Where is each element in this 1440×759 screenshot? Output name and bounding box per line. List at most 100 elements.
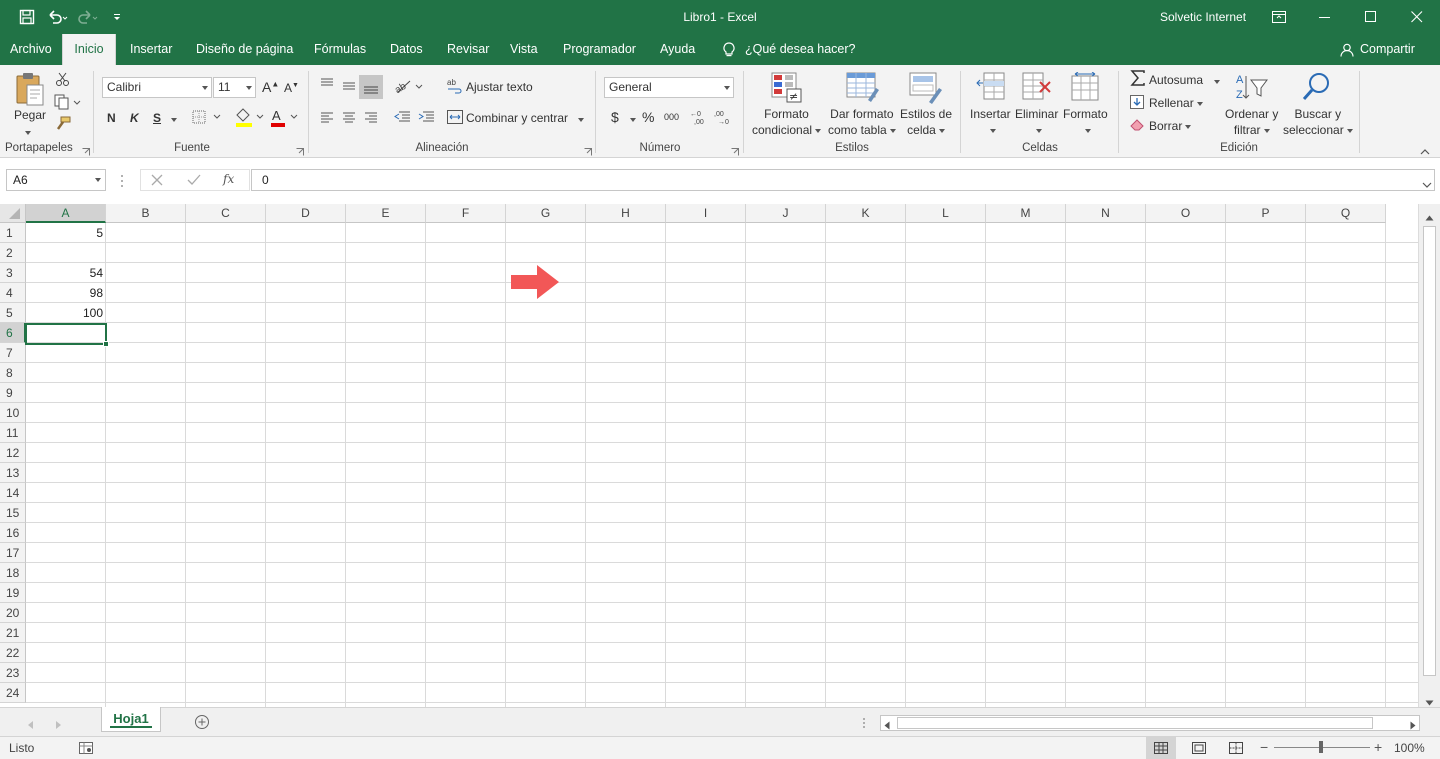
tab-formulas[interactable]: Fórmulas bbox=[314, 34, 366, 65]
orientation-icon[interactable]: ab bbox=[393, 78, 424, 97]
decrease-decimal-icon[interactable]: ,00 →0 bbox=[714, 109, 732, 128]
zoom-in-button[interactable]: + bbox=[1374, 739, 1382, 755]
cut-icon[interactable] bbox=[55, 71, 71, 90]
align-center-icon[interactable] bbox=[342, 111, 356, 126]
copy-icon[interactable] bbox=[54, 94, 82, 113]
row-header[interactable]: 10 bbox=[0, 403, 26, 423]
number-launcher-icon[interactable] bbox=[731, 145, 739, 156]
row-header[interactable]: 14 bbox=[0, 483, 26, 503]
tab-revisar[interactable]: Revisar bbox=[447, 34, 489, 65]
italic-button[interactable]: K bbox=[130, 111, 139, 125]
collapse-ribbon-icon[interactable] bbox=[1420, 145, 1430, 159]
row-header[interactable]: 2 bbox=[0, 243, 26, 263]
wrap-text-icon[interactable]: ab bbox=[447, 78, 463, 97]
row-header[interactable]: 5 bbox=[0, 303, 26, 323]
row-header[interactable]: 24 bbox=[0, 683, 26, 703]
row-header[interactable]: 13 bbox=[0, 463, 26, 483]
cell-a4[interactable]: 98 bbox=[26, 283, 106, 303]
merge-dropdown-icon[interactable] bbox=[575, 112, 584, 126]
tab-ayuda[interactable]: Ayuda bbox=[660, 34, 695, 65]
percent-icon[interactable]: % bbox=[642, 109, 654, 125]
delete-cells-icon[interactable] bbox=[1022, 72, 1052, 105]
select-all-button[interactable] bbox=[0, 204, 26, 223]
name-box[interactable]: A6 bbox=[6, 169, 106, 191]
row-header[interactable]: 9 bbox=[0, 383, 26, 403]
column-header[interactable]: J bbox=[746, 204, 826, 223]
share-button[interactable]: Compartir bbox=[1340, 34, 1415, 65]
clipboard-launcher-icon[interactable] bbox=[82, 145, 90, 156]
tab-insertar[interactable]: Insertar bbox=[130, 34, 172, 65]
bold-button[interactable]: N bbox=[107, 111, 116, 125]
format-cells-icon[interactable] bbox=[1071, 71, 1101, 105]
tab-inicio[interactable]: Inicio bbox=[62, 34, 116, 65]
fill-handle[interactable] bbox=[103, 341, 109, 347]
minimize-icon[interactable] bbox=[1302, 0, 1348, 34]
tab-programador[interactable]: Programador bbox=[563, 34, 636, 65]
sort-filter-icon[interactable]: AZ bbox=[1235, 72, 1269, 105]
cell-styles-icon[interactable] bbox=[909, 72, 943, 107]
macro-record-icon[interactable] bbox=[79, 742, 93, 757]
next-sheet-icon[interactable] bbox=[56, 718, 62, 732]
increase-indent-icon[interactable] bbox=[417, 110, 435, 127]
row-header[interactable]: 4 bbox=[0, 283, 26, 303]
column-header[interactable]: G bbox=[506, 204, 586, 223]
normal-view-icon[interactable] bbox=[1146, 737, 1176, 759]
tab-vista[interactable]: Vista bbox=[510, 34, 538, 65]
column-header[interactable]: Q bbox=[1306, 204, 1386, 223]
format-dropdown-icon[interactable] bbox=[1082, 123, 1091, 137]
column-header[interactable]: P bbox=[1226, 204, 1306, 223]
user-name[interactable]: Solvetic Internet bbox=[1160, 10, 1246, 24]
insert-function-icon[interactable]: fx bbox=[223, 172, 234, 186]
align-top-icon[interactable] bbox=[320, 78, 334, 93]
cell-a1[interactable]: 5 bbox=[26, 223, 106, 243]
insert-dropdown-icon[interactable] bbox=[987, 123, 996, 137]
insert-cells-icon[interactable] bbox=[976, 72, 1006, 105]
scroll-down-icon[interactable] bbox=[1425, 695, 1434, 707]
conditional-format-button[interactable]: Formato condicional bbox=[752, 106, 822, 138]
clear-button[interactable]: Borrar bbox=[1149, 119, 1192, 133]
row-header[interactable]: 11 bbox=[0, 423, 26, 443]
sort-filter-button[interactable]: Ordenar y filtrar bbox=[1225, 106, 1278, 138]
paste-dropdown-icon[interactable] bbox=[22, 125, 31, 139]
align-right-icon[interactable] bbox=[364, 111, 378, 126]
tab-archivo[interactable]: Archivo bbox=[10, 34, 52, 65]
tab-datos[interactable]: Datos bbox=[390, 34, 423, 65]
row-header[interactable]: 19 bbox=[0, 583, 26, 603]
row-header[interactable]: 7 bbox=[0, 343, 26, 363]
thousands-icon[interactable]: 000 bbox=[664, 112, 679, 122]
enter-icon[interactable] bbox=[187, 174, 201, 189]
shrink-font-icon[interactable]: A▼ bbox=[284, 81, 299, 95]
scroll-right-icon[interactable] bbox=[1410, 719, 1416, 733]
column-header[interactable]: H bbox=[586, 204, 666, 223]
find-select-button[interactable]: Buscar y seleccionar bbox=[1283, 106, 1353, 138]
active-cell-cursor[interactable] bbox=[25, 323, 109, 347]
zoom-level[interactable]: 100% bbox=[1394, 741, 1425, 755]
cell-a3[interactable]: 54 bbox=[26, 263, 106, 283]
align-left-icon[interactable] bbox=[320, 111, 334, 126]
horizontal-scrollbar[interactable] bbox=[880, 715, 1420, 731]
eraser-icon[interactable] bbox=[1130, 119, 1144, 134]
underline-dropdown-icon[interactable] bbox=[168, 112, 177, 126]
row-header[interactable]: 20 bbox=[0, 603, 26, 623]
column-header[interactable]: L bbox=[906, 204, 986, 223]
vertical-scrollbar[interactable] bbox=[1418, 204, 1440, 707]
expand-formula-icon[interactable] bbox=[1422, 178, 1432, 192]
row-header[interactable]: 15 bbox=[0, 503, 26, 523]
row-header[interactable]: 8 bbox=[0, 363, 26, 383]
font-family-select[interactable]: Calibri bbox=[102, 77, 212, 98]
column-header[interactable]: M bbox=[986, 204, 1066, 223]
row-header[interactable]: 1 bbox=[0, 223, 26, 243]
grow-font-icon[interactable]: A▲ bbox=[262, 79, 279, 95]
horizontal-scroll-thumb[interactable] bbox=[897, 717, 1373, 729]
scroll-up-icon[interactable] bbox=[1425, 210, 1434, 224]
vertical-scroll-thumb[interactable] bbox=[1423, 226, 1436, 676]
column-header[interactable]: D bbox=[266, 204, 346, 223]
autosum-dropdown-icon[interactable] bbox=[1211, 74, 1220, 88]
wrap-text-button[interactable]: Ajustar texto bbox=[466, 80, 533, 94]
maximize-icon[interactable] bbox=[1348, 0, 1394, 34]
formula-input[interactable]: 0 bbox=[251, 169, 1435, 191]
paste-icon[interactable] bbox=[14, 71, 46, 110]
row-header[interactable]: 21 bbox=[0, 623, 26, 643]
column-header[interactable]: O bbox=[1146, 204, 1226, 223]
format-painter-icon[interactable] bbox=[54, 116, 72, 135]
